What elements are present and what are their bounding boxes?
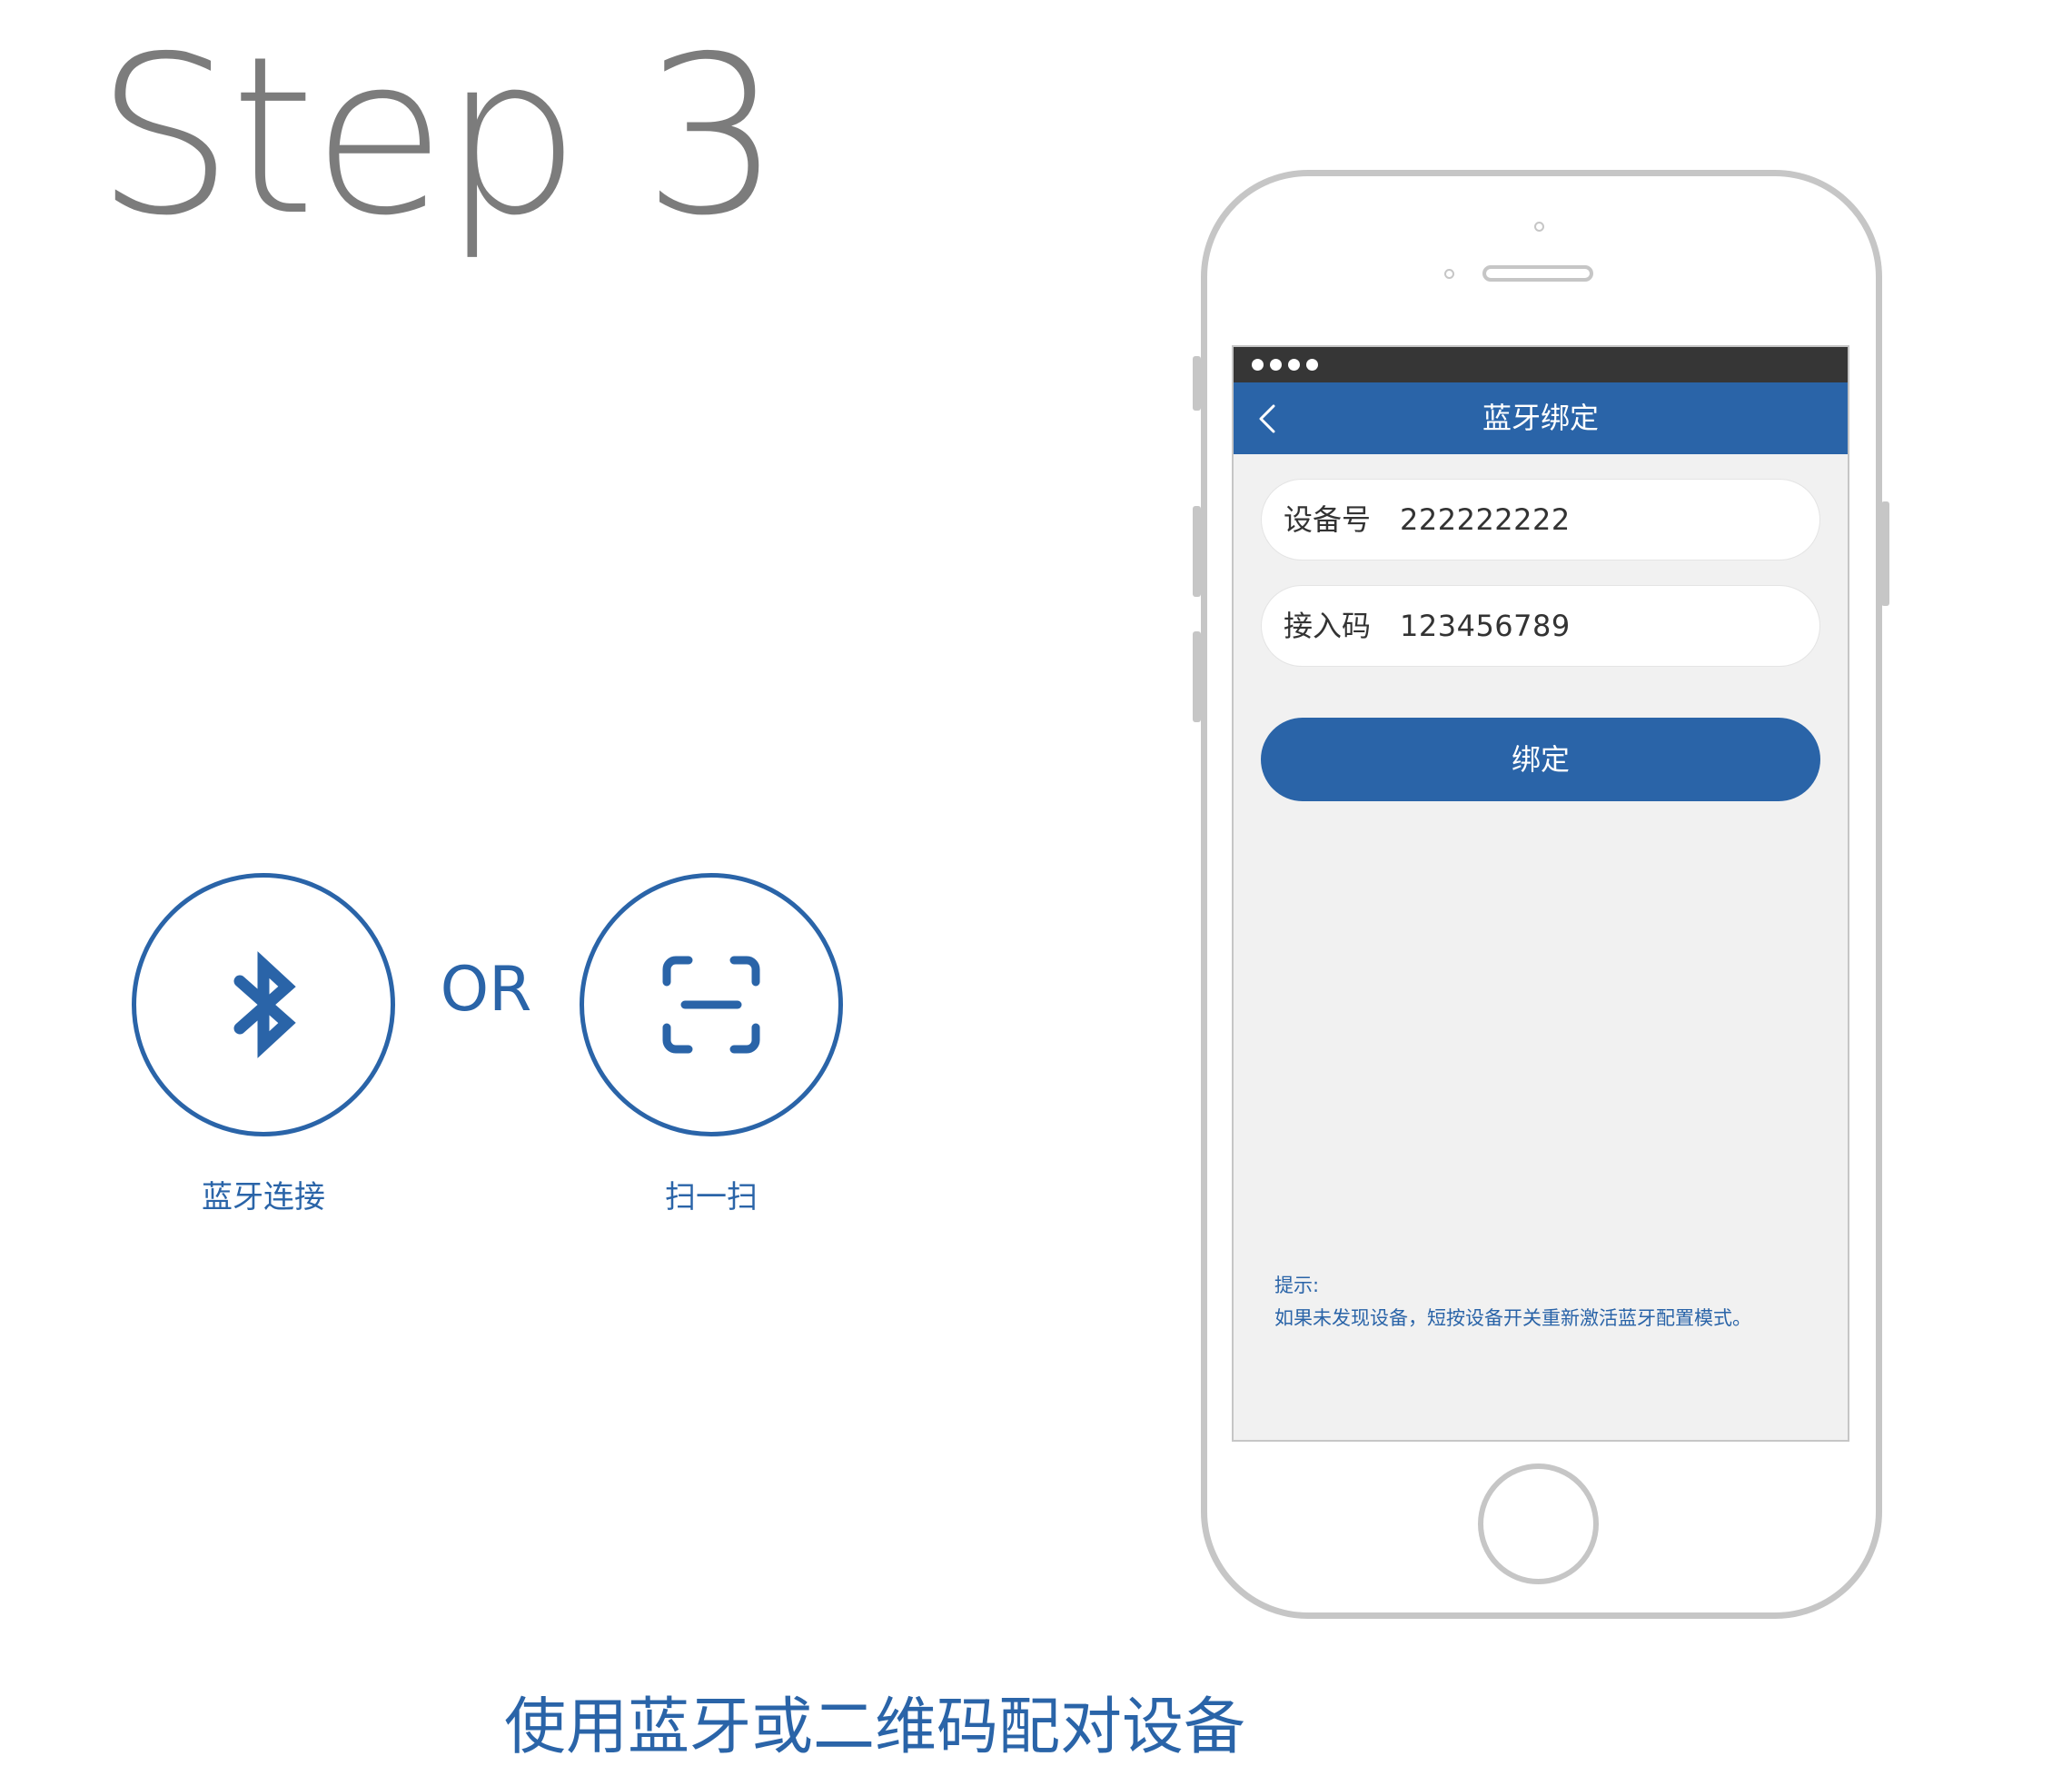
device-number-field[interactable]: 设备号 222222222 <box>1261 479 1820 561</box>
phone-screen: 蓝牙绑定 设备号 222222222 接入码 123456789 绑定 提示: … <box>1232 345 1849 1442</box>
scan-icon <box>662 956 760 1054</box>
phone-volume-up-button <box>1193 506 1201 597</box>
signal-strength-icon <box>1252 359 1318 371</box>
access-code-field[interactable]: 接入码 123456789 <box>1261 585 1820 667</box>
scan-label: 扫一扫 <box>665 1179 758 1215</box>
step-title: Step 3 <box>95 9 781 263</box>
chevron-left-icon[interactable] <box>1250 401 1286 437</box>
pairing-caption: 使用蓝牙或二维码配对设备 <box>504 1692 1246 1763</box>
device-number-value: 222222222 <box>1400 502 1571 537</box>
scan-button[interactable] <box>580 873 843 1136</box>
phone-camera <box>1534 222 1544 232</box>
tip-title: 提示: <box>1274 1275 1320 1296</box>
tip-text: 如果未发现设备，短按设备开关重新激活蓝牙配置模式。 <box>1274 1307 1751 1329</box>
nav-bar: 蓝牙绑定 <box>1234 382 1848 454</box>
access-code-label: 接入码 <box>1284 609 1372 643</box>
phone-mute-switch <box>1193 356 1201 411</box>
or-separator: OR <box>440 954 532 1026</box>
bluetooth-connect-button[interactable] <box>132 873 395 1136</box>
access-code-value: 123456789 <box>1400 609 1571 643</box>
bluetooth-connect-label: 蓝牙连接 <box>202 1179 325 1215</box>
phone-sensor <box>1444 269 1454 279</box>
device-number-label: 设备号 <box>1284 502 1372 537</box>
bluetooth-icon <box>233 951 296 1058</box>
phone-home-button[interactable] <box>1478 1463 1599 1584</box>
phone-volume-down-button <box>1193 631 1201 722</box>
status-bar <box>1234 347 1848 382</box>
phone-speaker <box>1482 265 1593 282</box>
phone-power-button <box>1881 501 1889 606</box>
nav-title: 蓝牙绑定 <box>1482 401 1599 435</box>
bind-button[interactable]: 绑定 <box>1261 718 1820 801</box>
